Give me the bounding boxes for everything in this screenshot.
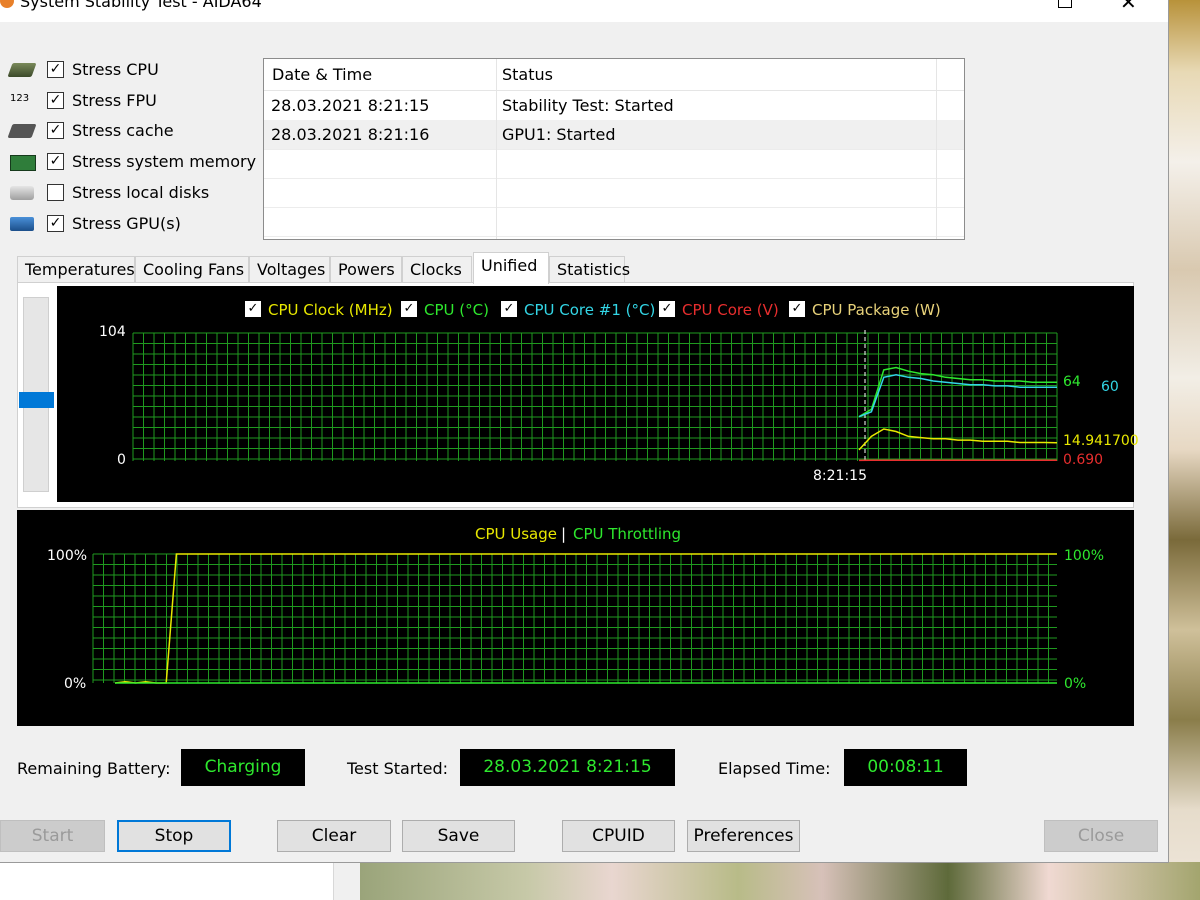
desktop-wallpaper-right	[1168, 0, 1200, 900]
stress-cpu-label: Stress CPU	[72, 60, 159, 79]
preferences-button[interactable]: Preferences	[687, 820, 800, 852]
tab-statistics[interactable]: Statistics	[549, 256, 630, 282]
table-row	[264, 149, 964, 179]
table-row[interactable]: 28.03.2021 8:21:15 Stability Test: Start…	[264, 91, 964, 121]
usage-plot-area	[92, 553, 1057, 684]
desktop-background-left	[0, 860, 361, 900]
stability-test-window: System Stability Test - AIDA64 ✕ ✓ Stres…	[0, 0, 1169, 863]
sensor-plot-area	[132, 330, 1058, 462]
graph-scale-slider-thumb[interactable]	[19, 392, 54, 408]
cache-chip-icon	[7, 124, 37, 138]
memory-module-icon	[10, 155, 36, 171]
close-button[interactable]: Close	[1044, 820, 1158, 852]
cpu-usage-graph: CPU Usage | CPU Throttling 100% 0% 100% …	[17, 510, 1134, 726]
stress-fpu-checkbox[interactable]: ✓	[47, 92, 64, 109]
stress-gpu-label: Stress GPU(s)	[72, 214, 181, 233]
aida64-app-icon	[0, 0, 14, 8]
column-divider	[496, 59, 497, 239]
stress-disks-checkbox[interactable]	[47, 184, 64, 201]
column-divider	[936, 59, 937, 239]
desktop-wallpaper-bottom	[360, 862, 1200, 900]
log-row-status: Stability Test: Started	[502, 96, 674, 115]
tab-clocks[interactable]: Clocks	[402, 256, 472, 282]
table-row	[264, 207, 964, 237]
log-row-datetime: 28.03.2021 8:21:16	[271, 125, 430, 144]
stress-cpu-checkbox[interactable]: ✓	[47, 61, 64, 78]
test-started-label: Test Started:	[347, 759, 449, 778]
tab-cooling-fans[interactable]: Cooling Fans	[135, 256, 249, 282]
title-bar[interactable]: System Stability Test - AIDA64 ✕	[0, 0, 1168, 22]
window-title: System Stability Test - AIDA64	[20, 0, 262, 11]
event-log-table[interactable]: Date & Time Status 28.03.2021 8:21:15 St…	[263, 58, 965, 240]
unified-sensor-graph: ✓ CPU Clock (MHz) ✓ CPU (°C) ✓ CPU Core #1 …	[57, 286, 1139, 502]
save-button[interactable]: Save	[402, 820, 515, 852]
log-header-status[interactable]: Status	[502, 60, 553, 89]
table-row[interactable]: 28.03.2021 8:21:16 GPU1: Started	[264, 120, 964, 150]
clear-button[interactable]: Clear	[277, 820, 391, 852]
stress-fpu-label: Stress FPU	[72, 91, 157, 110]
log-row-datetime: 28.03.2021 8:21:15	[271, 96, 430, 115]
elapsed-time-label: Elapsed Time:	[718, 759, 831, 778]
stress-memory-label: Stress system memory	[72, 152, 257, 171]
remaining-battery-value: Charging	[181, 749, 305, 786]
window-edge	[333, 860, 361, 900]
tab-voltages[interactable]: Voltages	[249, 256, 330, 282]
log-row-status: GPU1: Started	[502, 125, 616, 144]
fpu-123-icon: 123	[10, 93, 30, 104]
stop-button[interactable]: Stop	[117, 820, 231, 852]
disk-drive-icon	[10, 186, 34, 200]
log-header-datetime[interactable]: Date & Time	[272, 60, 372, 89]
test-started-value: 28.03.2021 8:21:15	[460, 749, 675, 786]
close-icon[interactable]: ✕	[1120, 0, 1137, 14]
tab-powers[interactable]: Powers	[330, 256, 402, 282]
tab-temperatures[interactable]: Temperatures	[17, 256, 135, 282]
elapsed-time-value: 00:08:11	[844, 749, 967, 786]
tab-unified[interactable]: Unified	[473, 252, 549, 284]
gpu-card-icon	[10, 217, 34, 231]
window-client-area: ✓ Stress CPU 123 ✓ Stress FPU ✓ Stress c…	[0, 22, 1168, 862]
stress-disks-label: Stress local disks	[72, 183, 210, 202]
table-row	[264, 178, 964, 208]
log-header-row: Date & Time Status	[264, 59, 964, 91]
maximize-icon[interactable]	[1058, 0, 1072, 8]
cpuid-button[interactable]: CPUID	[562, 820, 675, 852]
start-button[interactable]: Start	[0, 820, 105, 852]
remaining-battery-label: Remaining Battery:	[17, 759, 171, 778]
stress-cache-checkbox[interactable]: ✓	[47, 122, 64, 139]
stress-memory-checkbox[interactable]: ✓	[47, 153, 64, 170]
cpu-chip-icon	[7, 63, 37, 77]
stress-cache-label: Stress cache	[72, 121, 174, 140]
stress-gpu-checkbox[interactable]: ✓	[47, 215, 64, 232]
